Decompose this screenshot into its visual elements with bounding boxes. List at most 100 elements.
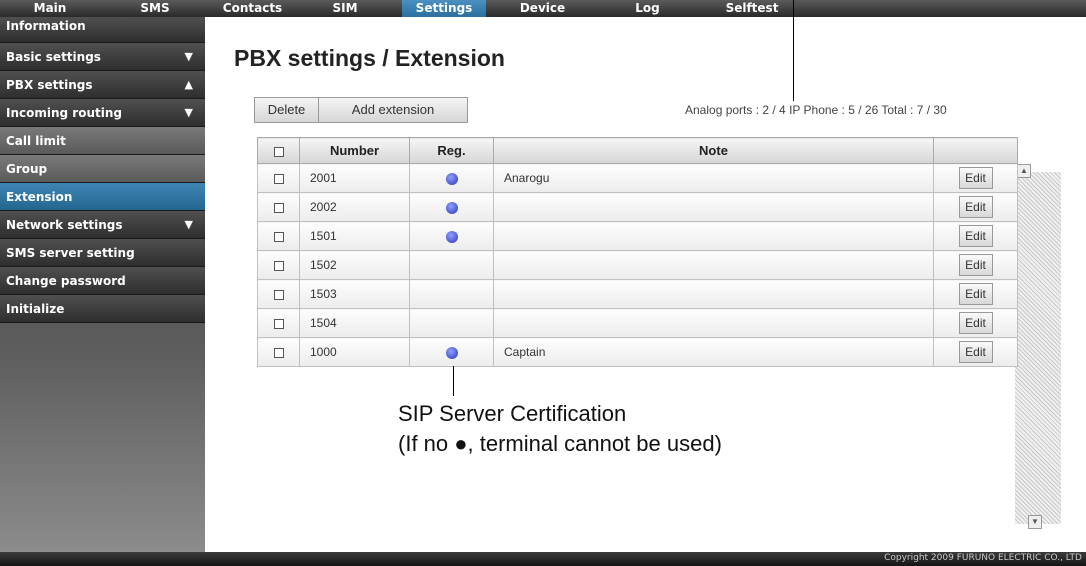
annotation-leader-line: [793, 0, 794, 101]
sidebar-item-label: Incoming routing: [6, 106, 122, 120]
port-counts: Analog ports : 2 / 4 IP Phone : 5 / 26 T…: [685, 103, 947, 117]
edit-button[interactable]: Edit: [958, 225, 993, 247]
row-checkbox[interactable]: [273, 347, 284, 358]
row-note: Captain: [493, 337, 934, 367]
top-nav: Main SMS Contacts SIM Settings Device Lo…: [0, 0, 1086, 17]
row-edit-cell: Edit: [933, 337, 1018, 367]
tab-main[interactable]: Main: [10, 0, 90, 17]
extension-table: Number Reg. Note 2001 Anarogu Edit 2002: [257, 137, 1018, 367]
row-select-cell: [257, 163, 300, 193]
sidebar-item-network-settings[interactable]: Network settings ▼: [0, 211, 205, 239]
add-extension-button[interactable]: Add extension: [318, 97, 468, 123]
tab-log[interactable]: Log: [620, 0, 675, 17]
column-header-number: Number: [299, 137, 410, 164]
delete-button[interactable]: Delete: [254, 97, 319, 123]
table-row: 1504 Edit: [257, 308, 1018, 338]
row-reg-cell: [409, 337, 494, 367]
sidebar: Information Basic settings ▼ PBX setting…: [0, 17, 205, 552]
sidebar-item-label: Call limit: [6, 134, 66, 148]
footer-bar: Copyright 2009 FURUNO ELECTRIC CO., LTD: [0, 552, 1086, 566]
scroll-up-icon[interactable]: ▲: [1017, 164, 1031, 178]
registered-dot-icon: [445, 346, 458, 359]
row-checkbox[interactable]: [273, 231, 284, 242]
registered-dot-icon: [445, 172, 458, 185]
row-reg-cell: [409, 221, 494, 251]
annotation-text-line2: (If no ●, terminal cannot be used): [398, 431, 722, 456]
row-reg-cell: [409, 192, 494, 222]
row-edit-cell: Edit: [933, 192, 1018, 222]
row-edit-cell: Edit: [933, 163, 1018, 193]
sidebar-item-information[interactable]: Information: [0, 17, 205, 43]
select-all-header: [257, 137, 300, 164]
row-checkbox[interactable]: [273, 289, 284, 300]
row-note: [493, 279, 934, 309]
row-number: 1503: [299, 279, 410, 309]
table-row: 1000 Captain Edit: [257, 337, 1018, 367]
sidebar-item-group[interactable]: Group: [0, 155, 205, 183]
sidebar-item-sms-server-setting[interactable]: SMS server setting: [0, 239, 205, 267]
sidebar-item-label: Initialize: [6, 302, 65, 316]
select-all-checkbox[interactable]: [273, 146, 284, 157]
annotation-leader-line: [453, 366, 454, 396]
row-edit-cell: Edit: [933, 221, 1018, 251]
chevron-up-icon: ▲: [184, 78, 193, 91]
sidebar-item-basic-settings[interactable]: Basic settings ▼: [0, 43, 205, 71]
row-number: 1501: [299, 221, 410, 251]
table-row: 2002 Edit: [257, 192, 1018, 222]
sidebar-item-label: Network settings: [6, 218, 123, 232]
row-edit-cell: Edit: [933, 279, 1018, 309]
row-reg-cell: [409, 250, 494, 280]
row-reg-cell: [409, 308, 494, 338]
edit-button[interactable]: Edit: [958, 341, 993, 363]
edit-button[interactable]: Edit: [958, 254, 993, 276]
row-select-cell: [257, 337, 300, 367]
copyright-text: Copyright 2009 FURUNO ELECTRIC CO., LTD: [884, 553, 1082, 563]
tab-contacts[interactable]: Contacts: [215, 0, 290, 17]
sidebar-item-change-password[interactable]: Change password: [0, 267, 205, 295]
row-checkbox[interactable]: [273, 202, 284, 213]
scrollbar-track[interactable]: [1015, 172, 1061, 524]
sidebar-item-extension[interactable]: Extension: [0, 183, 205, 211]
sidebar-item-label: Change password: [6, 274, 126, 288]
row-note: [493, 192, 934, 222]
scroll-down-icon[interactable]: ▼: [1028, 515, 1042, 529]
row-note: [493, 308, 934, 338]
sidebar-item-initialize[interactable]: Initialize: [0, 295, 205, 323]
tab-selftest[interactable]: Selftest: [712, 0, 792, 17]
row-note: [493, 221, 934, 251]
chevron-down-icon: ▼: [184, 106, 193, 119]
row-checkbox[interactable]: [273, 173, 284, 184]
edit-button[interactable]: Edit: [958, 312, 993, 334]
row-note: Anarogu: [493, 163, 934, 193]
edit-button[interactable]: Edit: [958, 283, 993, 305]
row-select-cell: [257, 279, 300, 309]
row-note: [493, 250, 934, 280]
row-checkbox[interactable]: [273, 318, 284, 329]
sidebar-item-label: Basic settings: [6, 50, 101, 64]
sidebar-item-pbx-settings[interactable]: PBX settings ▲: [0, 71, 205, 99]
page-title: PBX settings / Extension: [234, 45, 505, 71]
table-row: 1502 Edit: [257, 250, 1018, 280]
row-edit-cell: Edit: [933, 250, 1018, 280]
column-header-reg: Reg.: [409, 137, 494, 164]
table-header-row: Number Reg. Note: [257, 137, 1018, 164]
row-reg-cell: [409, 163, 494, 193]
sidebar-item-label: Information: [6, 19, 86, 33]
sidebar-item-label: Group: [6, 162, 48, 176]
edit-button[interactable]: Edit: [958, 167, 993, 189]
row-reg-cell: [409, 279, 494, 309]
sidebar-item-incoming-routing[interactable]: Incoming routing ▼: [0, 99, 205, 127]
tab-sms[interactable]: SMS: [100, 0, 210, 17]
table-row: 2001 Anarogu Edit: [257, 163, 1018, 193]
tab-sim[interactable]: SIM: [310, 0, 380, 17]
registered-dot-icon: [445, 201, 458, 214]
registered-dot-icon: [445, 230, 458, 243]
sidebar-item-label: PBX settings: [6, 78, 93, 92]
edit-button[interactable]: Edit: [958, 196, 993, 218]
sidebar-item-label: Extension: [6, 190, 73, 204]
tab-device[interactable]: Device: [505, 0, 580, 17]
sidebar-item-call-limit[interactable]: Call limit: [0, 127, 205, 155]
tab-settings[interactable]: Settings: [402, 0, 486, 17]
row-checkbox[interactable]: [273, 260, 284, 271]
table-row: 1501 Edit: [257, 221, 1018, 251]
